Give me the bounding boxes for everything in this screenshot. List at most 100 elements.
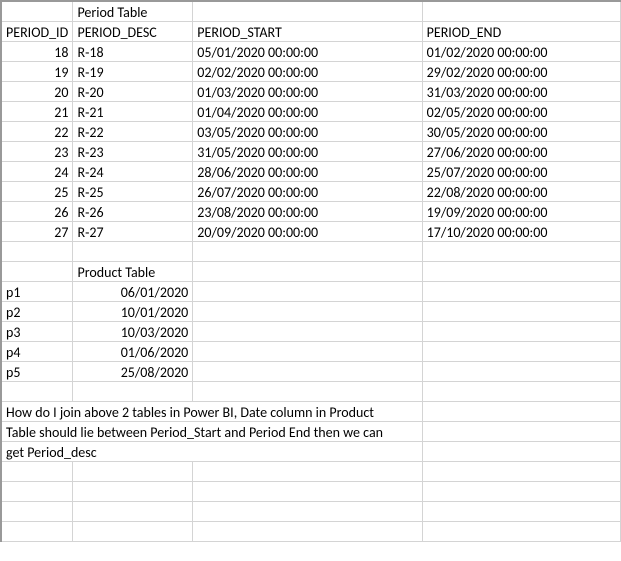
cell-empty[interactable] [422,481,620,501]
cell-empty[interactable] [193,361,422,381]
period-end-cell[interactable]: 31/03/2020 00:00:00 [422,81,620,101]
period-id-cell[interactable]: 19 [1,61,73,81]
cell-empty[interactable] [73,481,193,501]
period-start-cell[interactable]: 26/07/2020 00:00:00 [193,181,422,201]
period-end-cell[interactable]: 30/05/2020 00:00:00 [422,121,620,141]
product-name-cell[interactable]: p4 [1,341,73,361]
period-desc-cell[interactable]: R-18 [73,41,193,61]
period-desc-cell[interactable]: R-19 [73,61,193,81]
period-start-cell[interactable]: 05/01/2020 00:00:00 [193,41,422,61]
product-date-cell[interactable]: 10/03/2020 [73,321,193,341]
period-id-cell[interactable]: 21 [1,101,73,121]
period-id-cell[interactable]: 22 [1,121,73,141]
period-desc-cell[interactable]: R-20 [73,81,193,101]
cell-empty[interactable] [193,281,422,301]
cell-empty[interactable] [422,261,620,281]
cell-empty[interactable] [1,241,73,261]
cell-empty[interactable] [422,381,620,401]
period-end-cell[interactable]: 25/07/2020 00:00:00 [422,161,620,181]
period-end-cell[interactable]: 02/05/2020 00:00:00 [422,101,620,121]
question-line-2[interactable]: Table should lie between Period_Start an… [1,421,422,441]
period-desc-cell[interactable]: R-24 [73,161,193,181]
cell-empty[interactable] [73,241,193,261]
cell-empty[interactable] [422,281,620,301]
cell-empty[interactable] [422,241,620,261]
cell-empty[interactable] [193,321,422,341]
period-end-cell[interactable]: 29/02/2020 00:00:00 [422,61,620,81]
period-desc-cell[interactable]: R-22 [73,121,193,141]
period-end-cell[interactable]: 01/02/2020 00:00:00 [422,41,620,61]
cell-empty[interactable] [422,501,620,521]
cell-empty[interactable] [422,401,620,421]
period-id-cell[interactable]: 26 [1,201,73,221]
period-desc-cell[interactable]: R-27 [73,221,193,241]
cell-empty[interactable] [73,521,193,541]
period-desc-cell[interactable]: R-25 [73,181,193,201]
period-id-cell[interactable]: 24 [1,161,73,181]
cell-empty[interactable] [1,381,73,401]
product-date-cell[interactable]: 06/01/2020 [73,281,193,301]
cell-empty[interactable] [1,501,73,521]
period-id-cell[interactable]: 27 [1,221,73,241]
period-desc-cell[interactable]: R-26 [73,201,193,221]
cell-empty[interactable] [193,521,422,541]
cell-empty[interactable] [422,301,620,321]
period-desc-cell[interactable]: R-21 [73,101,193,121]
cell-empty[interactable] [1,521,73,541]
product-table-title[interactable]: Product Table [73,261,193,281]
header-period-end[interactable]: PERIOD_END [422,21,620,41]
period-start-cell[interactable]: 31/05/2020 00:00:00 [193,141,422,161]
cell-empty[interactable] [422,321,620,341]
product-date-cell[interactable]: 10/01/2020 [73,301,193,321]
cell-empty[interactable] [193,461,422,481]
period-start-cell[interactable]: 28/06/2020 00:00:00 [193,161,422,181]
header-period-start[interactable]: PERIOD_START [193,21,422,41]
cell-empty[interactable] [193,341,422,361]
period-end-cell[interactable]: 27/06/2020 00:00:00 [422,141,620,161]
period-start-cell[interactable]: 01/04/2020 00:00:00 [193,101,422,121]
period-start-cell[interactable]: 02/02/2020 00:00:00 [193,61,422,81]
cell-empty[interactable] [193,381,422,401]
product-date-cell[interactable]: 01/06/2020 [73,341,193,361]
period-start-cell[interactable]: 23/08/2020 00:00:00 [193,201,422,221]
period-id-cell[interactable]: 25 [1,181,73,201]
header-period-desc[interactable]: PERIOD_DESC [73,21,193,41]
cell-empty[interactable] [193,301,422,321]
period-start-cell[interactable]: 03/05/2020 00:00:00 [193,121,422,141]
cell-empty[interactable] [73,501,193,521]
cell-empty[interactable] [193,481,422,501]
cell-empty[interactable] [73,381,193,401]
question-line-3[interactable]: get Period_desc [1,441,422,461]
header-period-id[interactable]: PERIOD_ID [1,21,73,41]
cell-empty[interactable] [73,461,193,481]
period-id-cell[interactable]: 20 [1,81,73,101]
spreadsheet-grid[interactable]: Period TablePERIOD_IDPERIOD_DESCPERIOD_S… [0,0,621,542]
product-date-cell[interactable]: 25/08/2020 [73,361,193,381]
cell-empty[interactable] [422,521,620,541]
period-desc-cell[interactable]: R-23 [73,141,193,161]
period-end-cell[interactable]: 17/10/2020 00:00:00 [422,221,620,241]
product-name-cell[interactable]: p2 [1,301,73,321]
product-name-cell[interactable]: p3 [1,321,73,341]
period-end-cell[interactable]: 19/09/2020 00:00:00 [422,201,620,221]
cell-empty[interactable] [193,501,422,521]
cell-empty[interactable] [1,461,73,481]
cell-empty[interactable] [193,261,422,281]
period-id-cell[interactable]: 18 [1,41,73,61]
period-start-cell[interactable]: 01/03/2020 00:00:00 [193,81,422,101]
cell-empty[interactable] [1,481,73,501]
period-end-cell[interactable]: 22/08/2020 00:00:00 [422,181,620,201]
cell-empty[interactable] [1,261,73,281]
period-id-cell[interactable]: 23 [1,141,73,161]
period-table-title[interactable]: Period Table [73,1,193,21]
question-line-1[interactable]: How do I join above 2 tables in Power BI… [1,401,422,421]
cell-empty[interactable] [1,1,73,21]
cell-empty[interactable] [422,1,620,21]
period-start-cell[interactable]: 20/09/2020 00:00:00 [193,221,422,241]
product-name-cell[interactable]: p1 [1,281,73,301]
cell-empty[interactable] [193,241,422,261]
cell-empty[interactable] [422,441,620,461]
cell-empty[interactable] [422,361,620,381]
cell-empty[interactable] [422,421,620,441]
cell-empty[interactable] [422,341,620,361]
